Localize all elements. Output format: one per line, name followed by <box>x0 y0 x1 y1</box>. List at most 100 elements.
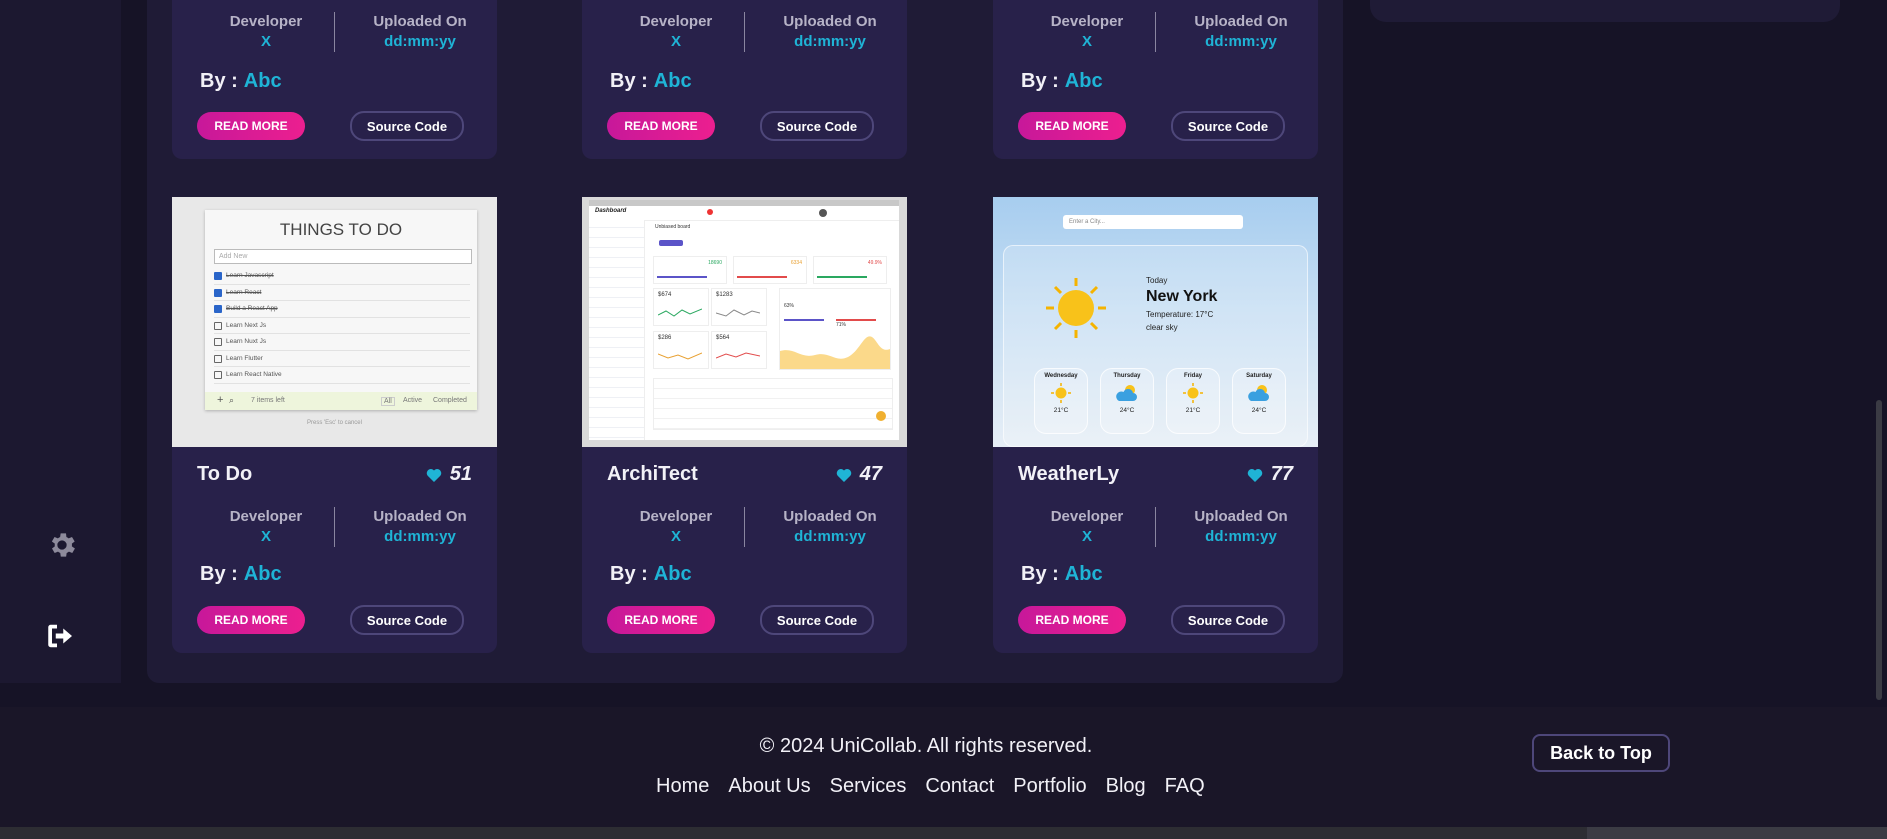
uploaded-label: Uploaded On <box>373 508 467 525</box>
project-card-todo: THINGS TO DO Add New Learn Javascript Lea… <box>172 197 497 653</box>
weather-panel: Today New York Temperature: 17°C clear s… <box>1003 245 1308 447</box>
source-code-button[interactable]: Source Code <box>760 111 874 141</box>
by-label: By : <box>1021 70 1059 92</box>
scrollbar-thumb[interactable] <box>1587 827 1887 839</box>
todo-item: Learn Flutter <box>214 351 470 367</box>
forecast-temp: 24°C <box>1251 407 1267 414</box>
heart-icon <box>1247 468 1263 482</box>
likes[interactable]: 77 <box>1247 463 1293 486</box>
dashboard-window: Dashboard Unbiased board 18690 6334 49.9… <box>589 206 899 440</box>
stat-card: $674 <box>653 288 709 326</box>
avatar <box>819 209 827 217</box>
logout-icon[interactable] <box>44 618 80 654</box>
likes[interactable]: 51 <box>426 463 472 486</box>
todo-item-label: Learn Javascript <box>226 272 274 279</box>
footer-link-about[interactable]: About Us <box>728 775 810 798</box>
developer-value: X <box>1081 528 1092 545</box>
source-code-button[interactable]: Source Code <box>1171 111 1285 141</box>
source-code-button[interactable]: Source Code <box>350 111 464 141</box>
todo-item-label: Learn Nuxt Js <box>226 338 267 345</box>
filter-active: Active <box>403 397 423 404</box>
read-more-button[interactable]: READ MORE <box>1018 606 1126 634</box>
project-card: Developer X Uploaded On dd:mm:yy By : Abc… <box>172 0 497 159</box>
forecast-card: Wednesday 21°C <box>1034 368 1088 434</box>
todo-footer: + ⌕ 7 items left All Active Completed <box>205 392 477 410</box>
weather-temperature: Temperature: 17°C <box>1146 310 1214 319</box>
checked-checkbox-icon <box>214 288 222 297</box>
gear-icon[interactable] <box>44 527 80 563</box>
filter-all: All <box>381 397 395 406</box>
footer-link-home[interactable]: Home <box>656 775 709 798</box>
project-preview-image[interactable]: THINGS TO DO Add New Learn Javascript Lea… <box>172 197 497 447</box>
developer-value: X <box>1081 33 1092 50</box>
dashboard-page-title: Unbiased board <box>655 224 691 230</box>
footer-link-faq[interactable]: FAQ <box>1165 775 1205 798</box>
uploaded-label: Uploaded On <box>783 13 877 30</box>
source-code-button[interactable]: Source Code <box>350 605 464 635</box>
site-footer: © 2024 UniCollab. All rights reserved. H… <box>0 707 1887 827</box>
project-preview-image[interactable]: Dashboard Unbiased board 18690 6334 49.9… <box>582 197 907 447</box>
footer-link-services[interactable]: Services <box>830 775 907 798</box>
by-label: By : <box>610 70 648 92</box>
checkbox-icon <box>214 371 222 379</box>
footer-link-contact[interactable]: Contact <box>925 775 994 798</box>
checked-checkbox-icon <box>214 272 222 280</box>
likes-count: 47 <box>859 463 882 485</box>
card-meta: Developer X Uploaded On dd:mm:yy <box>582 507 907 551</box>
todo-hint: Press 'Esc' to cancel <box>307 420 362 426</box>
weather-condition: clear sky <box>1146 323 1178 332</box>
todo-item: Learn Javascript <box>214 268 470 285</box>
weather-day: Today <box>1146 276 1168 285</box>
likes[interactable]: 47 <box>836 463 882 486</box>
forecast-day: Saturday <box>1246 373 1272 379</box>
forecast-temp: 24°C <box>1119 407 1135 414</box>
vertical-scrollbar-thumb[interactable] <box>1876 400 1882 700</box>
dashboard-header: Dashboard <box>589 206 899 221</box>
by-label: By : <box>200 563 238 585</box>
todo-item-label: Build a React App <box>226 305 278 312</box>
meta-divider <box>1155 12 1156 52</box>
sidebar <box>0 0 121 683</box>
author: By : Abc <box>610 70 692 93</box>
meta-divider <box>334 12 335 52</box>
project-preview-image[interactable]: Enter a City... Today New York Temperatu… <box>993 197 1318 447</box>
author: By : Abc <box>200 563 282 586</box>
todo-new-input: Add New <box>214 249 472 264</box>
developer-label: Developer <box>1050 13 1124 30</box>
project-card: Developer X Uploaded On dd:mm:yy By : Abc… <box>582 0 907 159</box>
todo-list: Learn Javascript Learn React Build a React… <box>214 268 470 384</box>
author-name[interactable]: Abc <box>1065 563 1103 585</box>
read-more-button[interactable]: READ MORE <box>197 112 305 140</box>
read-more-button[interactable]: READ MORE <box>607 606 715 634</box>
uploaded-value: dd:mm:yy <box>794 33 866 50</box>
footer-nav: Home About Us Services Contact Portfolio… <box>656 775 1205 798</box>
right-panel <box>1370 0 1840 22</box>
back-to-top-button[interactable]: Back to Top <box>1532 734 1670 772</box>
developer-value: X <box>670 33 681 50</box>
project-card: Developer X Uploaded On dd:mm:yy By : Abc… <box>993 0 1318 159</box>
project-card-weatherly: Enter a City... Today New York Temperatu… <box>993 197 1318 653</box>
footer-link-blog[interactable]: Blog <box>1106 775 1146 798</box>
source-code-button[interactable]: Source Code <box>760 605 874 635</box>
todo-app-window: THINGS TO DO Add New Learn Javascript Lea… <box>205 210 477 410</box>
author-name[interactable]: Abc <box>654 70 692 92</box>
author-name[interactable]: Abc <box>1065 70 1103 92</box>
author-name[interactable]: Abc <box>654 563 692 585</box>
forecast-day: Thursday <box>1113 373 1141 379</box>
author-name[interactable]: Abc <box>244 563 282 585</box>
search-icon: ⌕ <box>229 395 235 405</box>
card-meta: Developer X Uploaded On dd:mm:yy <box>993 507 1318 551</box>
weather-city: New York <box>1146 288 1218 305</box>
developer-label: Developer <box>1050 508 1124 525</box>
read-more-button[interactable]: READ MORE <box>1018 112 1126 140</box>
developer-label: Developer <box>639 13 713 30</box>
read-more-button[interactable]: READ MORE <box>607 112 715 140</box>
footer-link-portfolio[interactable]: Portfolio <box>1013 775 1086 798</box>
stat-card: $564 <box>711 331 767 369</box>
developer-value: X <box>260 33 271 50</box>
todo-item-label: Learn React Native <box>226 371 282 378</box>
uploaded-label: Uploaded On <box>1194 508 1288 525</box>
author-name[interactable]: Abc <box>244 70 282 92</box>
read-more-button[interactable]: READ MORE <box>197 606 305 634</box>
source-code-button[interactable]: Source Code <box>1171 605 1285 635</box>
